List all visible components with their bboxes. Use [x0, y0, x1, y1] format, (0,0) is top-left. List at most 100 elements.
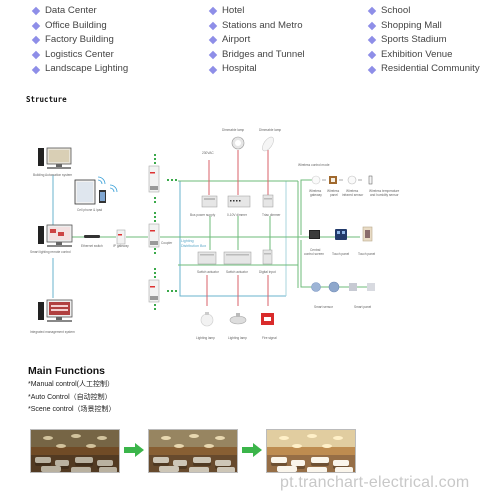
- coupler-top-icon: [148, 165, 160, 193]
- watermark: pt.tranchart-electrical.com: [280, 474, 470, 491]
- ip-gateway-label: IP gateway: [113, 244, 129, 248]
- touch-panel-1-label: Touch panel: [332, 252, 349, 256]
- application-item: School: [366, 4, 480, 19]
- diamond-bullet-icon: [31, 21, 41, 31]
- banquet-table: [159, 466, 179, 472]
- digital-input-label: Digital input: [259, 270, 276, 274]
- application-item: Factory Building: [30, 33, 128, 48]
- applications-column-1: Data Center Office Building Factory Buil…: [30, 4, 128, 77]
- application-item: Residential Community: [366, 62, 480, 77]
- ethernet-switch-label: Ethernet switch: [81, 244, 103, 248]
- tablet-icon: [74, 179, 96, 205]
- scene-photo-dim: [30, 429, 120, 473]
- scene-photo-medium: [148, 429, 238, 473]
- chandelier-icon: [174, 444, 184, 448]
- switch-actuator-2-icon: [223, 251, 252, 265]
- chandelier-icon: [86, 444, 96, 448]
- bulb-lamp-icon: [200, 312, 214, 327]
- banquet-table: [193, 457, 211, 463]
- smart-panel-2-icon: [367, 283, 375, 291]
- dimmable-lamp-label-1: Dimmable lamp: [222, 128, 244, 132]
- smart-panel-label: Smart panel: [354, 305, 371, 309]
- application-item: Bridges and Tunnel: [207, 48, 305, 63]
- smart-sensor-1-icon: [311, 282, 321, 292]
- building-automation-computer-icon: [38, 147, 72, 169]
- scene-sequence: [30, 429, 430, 474]
- banquet-table: [215, 460, 231, 466]
- banquet-table: [153, 457, 169, 463]
- chandelier-icon: [292, 444, 302, 448]
- function-item: *Auto Control（自动控制）: [28, 393, 112, 401]
- banquet-table: [35, 457, 51, 463]
- diamond-bullet-icon: [208, 7, 218, 16]
- smart-sensor-label: Smart sensor: [314, 305, 334, 309]
- dimmer-010-label: 0-10V dimmer: [227, 213, 248, 217]
- application-item: Exhibition Venue: [366, 48, 480, 63]
- banquet-table: [75, 457, 93, 463]
- building-automation-label: Building Automation system: [33, 173, 72, 177]
- diamond-bullet-icon: [367, 36, 377, 45]
- triac-dimmer-label: Triac dimmer: [262, 213, 281, 217]
- distribution-box-label-1: Lighting: [181, 239, 194, 243]
- application-item: Data Center: [30, 4, 128, 19]
- digital-input-icon: [262, 249, 273, 265]
- diamond-bullet-icon: [31, 50, 41, 60]
- arrow-right-icon: [242, 443, 262, 457]
- structure-title: Structure: [26, 95, 67, 104]
- diamond-bullet-icon: [208, 50, 218, 60]
- integrated-management-label: Integrated management system: [30, 330, 75, 334]
- coupler-bottom-icon: [148, 279, 160, 303]
- chandelier-icon: [279, 436, 289, 440]
- 230vac-label: 230VAC: [202, 151, 214, 155]
- wireless-panel-label-2: panel: [330, 193, 338, 197]
- diamond-bullet-icon: [367, 21, 377, 31]
- chandelier-icon: [215, 436, 225, 440]
- main-functions: Main Functions *Manual control(人工控制） *Au…: [28, 365, 116, 417]
- diamond-bullet-icon: [31, 65, 41, 74]
- banquet-table: [189, 467, 209, 472]
- ethernet-switch-icon: [84, 235, 100, 238]
- dimmer-010-icon: [227, 195, 251, 208]
- application-item: Hotel: [207, 4, 305, 19]
- chandelier-icon: [333, 436, 343, 440]
- lighting-lamp-1-label: Lighting lamp: [196, 336, 215, 340]
- fire-alarm-icon: [261, 313, 274, 325]
- touch-panel-2-label: Touch panel: [358, 252, 375, 256]
- diamond-bullet-icon: [208, 36, 218, 45]
- chandelier-icon: [97, 436, 107, 440]
- banquet-table: [307, 467, 327, 472]
- applications-list: Data Center Office Building Factory Buil…: [30, 4, 480, 78]
- chandelier-icon: [204, 444, 214, 448]
- function-item: *Scene control（场景控制）: [28, 406, 116, 413]
- bus-power-label: Bus power supply: [190, 213, 216, 217]
- remote-control-computer-icon: [38, 224, 73, 247]
- ip-gateway-icon: [116, 229, 126, 245]
- dimmable-lamp-label-2: Dimmable lamp: [259, 128, 281, 132]
- banquet-table: [97, 460, 113, 466]
- wireless-gateway-label-2: gateway: [310, 193, 322, 197]
- wireless-temperature-sensor-icon: [368, 175, 373, 185]
- application-item: Shopping Mall: [366, 19, 480, 34]
- switch-actuator-1-icon: [197, 251, 217, 265]
- smart-panel-1-icon: [349, 283, 357, 291]
- distribution-box-label-2: Distribution Box: [181, 244, 206, 248]
- diamond-bullet-icon: [367, 50, 377, 60]
- switch-actuator-1-label: Switch actuator: [197, 270, 220, 274]
- touch-panel-1-icon: [335, 229, 347, 240]
- chandelier-icon: [56, 444, 66, 448]
- banquet-table: [335, 467, 353, 472]
- banquet-table: [311, 457, 329, 463]
- banquet-table: [277, 466, 297, 472]
- integrated-management-computer-icon: [38, 299, 73, 322]
- function-item: *Manual control(人工控制）: [28, 381, 114, 388]
- application-item: Sports Stadium: [366, 33, 480, 48]
- wireless-infrared-sensor-icon: [347, 175, 357, 185]
- cellphone-label: Cell phone & ipad: [77, 208, 102, 212]
- banquet-table: [71, 467, 91, 472]
- smart-remote-label: Smart lighting remote control: [30, 250, 71, 254]
- bus-power-supply-icon: [201, 195, 218, 208]
- chandelier-icon: [71, 434, 81, 438]
- wireless-ir-label-2: infrared sensor: [342, 193, 364, 197]
- chandelier-icon: [307, 434, 317, 438]
- application-item: Stations and Metro: [207, 19, 305, 34]
